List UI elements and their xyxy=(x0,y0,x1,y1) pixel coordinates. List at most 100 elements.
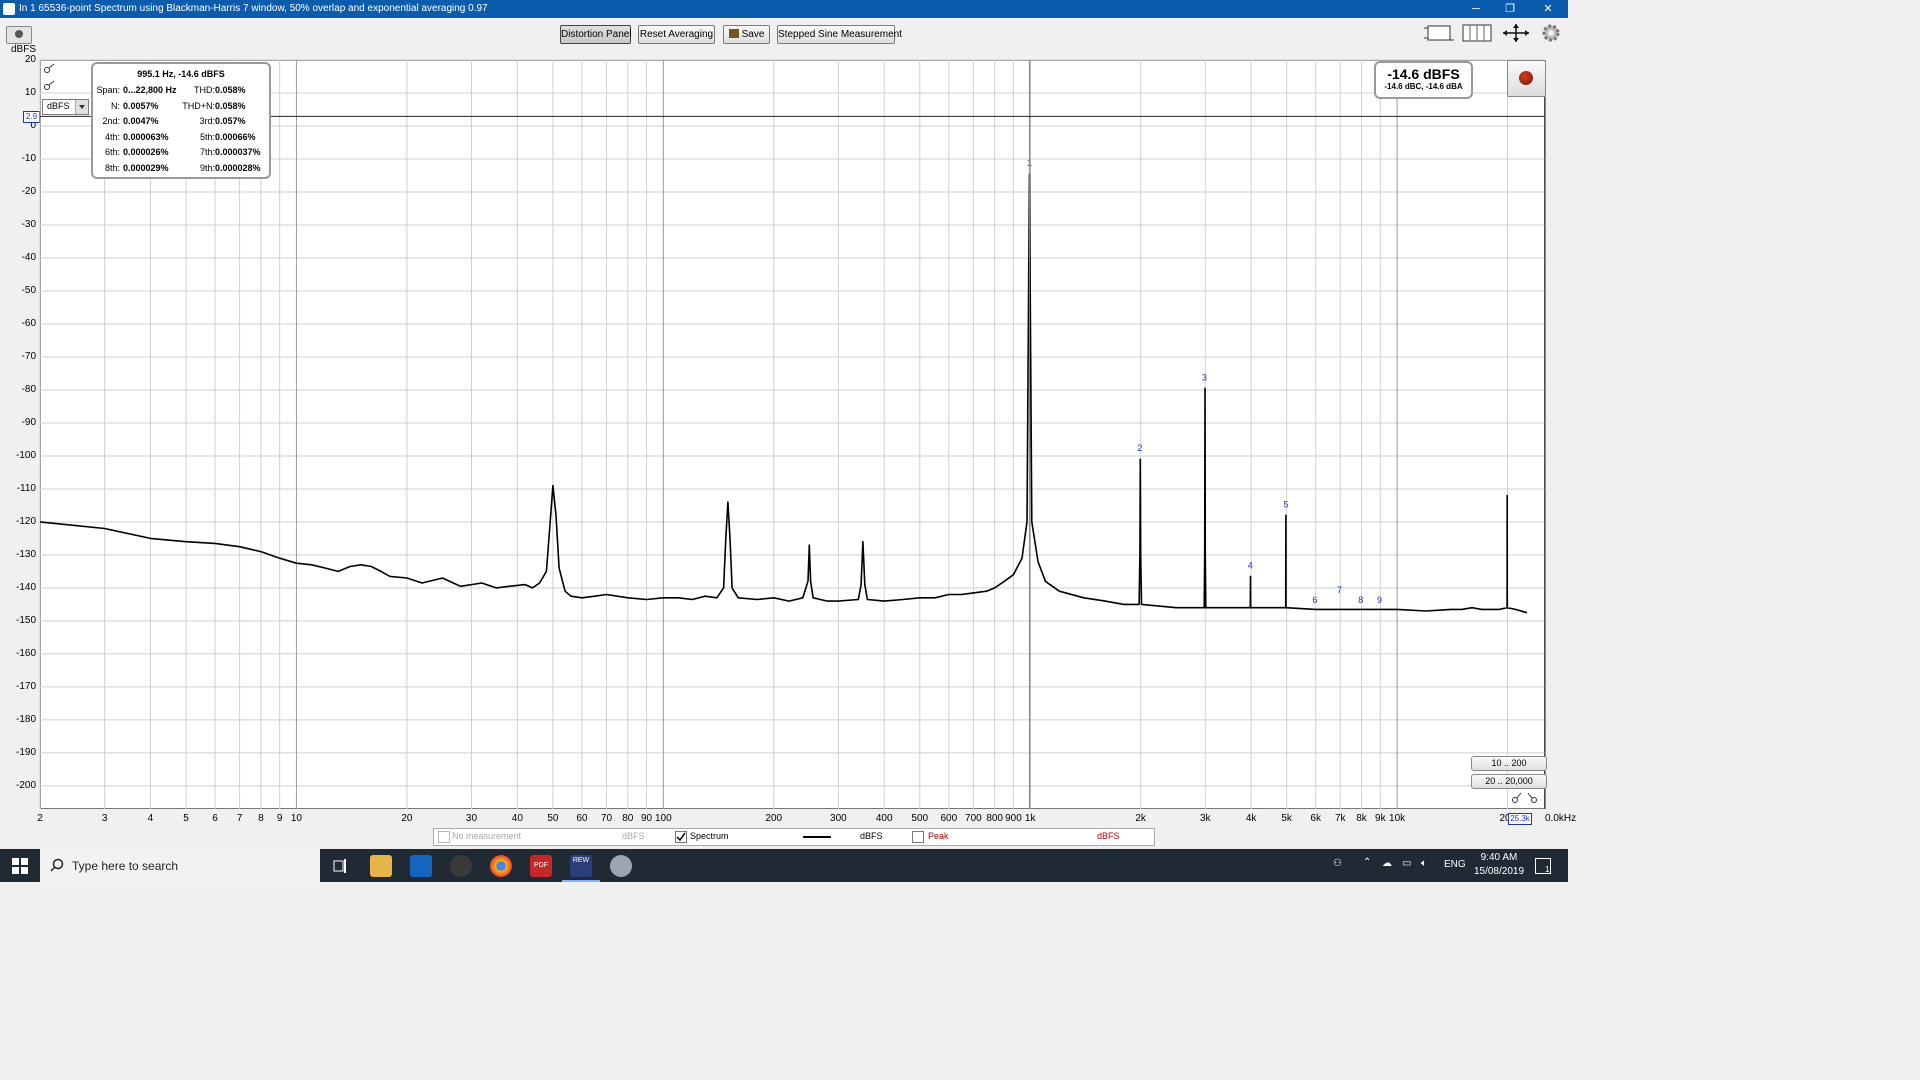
harmonic-marker-label: 6 xyxy=(1312,595,1317,605)
harmonic-marker-label: 3 xyxy=(1202,372,1207,382)
record-icon xyxy=(1519,71,1533,85)
language-indicator[interactable]: ENG xyxy=(1444,859,1466,870)
metric-value: 0.0047% xyxy=(123,116,159,126)
x-tick-label: 600 xyxy=(940,813,958,824)
metric-value: 0.058% xyxy=(215,100,246,111)
clock-time[interactable]: 9:40 AM xyxy=(1476,852,1522,863)
metric-value: 0.057% xyxy=(215,116,246,126)
metric-value: 0.058% xyxy=(215,85,246,95)
metric-value: 0.000028% xyxy=(215,162,261,173)
level-meter-main: -14.6 dBFS xyxy=(1387,66,1460,82)
record-button[interactable] xyxy=(1507,60,1546,97)
distortion-row: 2nd: 0.0047% 3rd: 0.057% xyxy=(93,116,269,129)
metric-value: 0...22,800 Hz xyxy=(123,85,177,95)
people-icon[interactable]: ⚇ xyxy=(1333,858,1342,869)
y-unit-select-value: dBFS xyxy=(47,101,70,111)
harmonic-marker-label: 8 xyxy=(1358,595,1363,605)
x-tick-label: 30 xyxy=(465,813,478,824)
x-tick-label: 2k xyxy=(1135,813,1146,824)
metric-label: 6th: xyxy=(104,147,120,157)
y-unit-select[interactable]: dBFS xyxy=(42,99,89,115)
no-measurement-unit: dBFS xyxy=(622,831,645,841)
x-tick-label: 3k xyxy=(1199,813,1211,824)
tray-chevron-up-icon[interactable]: ⌃ xyxy=(1363,857,1371,868)
task-view-icon[interactable] xyxy=(332,858,348,874)
outlook-icon[interactable] xyxy=(410,855,432,877)
peak-unit: dBFS xyxy=(1097,831,1120,841)
distortion-row: 6th: 0.000026% 7th: 0.000037% xyxy=(93,147,269,160)
harmonic-marker-label: 9 xyxy=(1377,595,1382,605)
spectrum-trace xyxy=(39,173,1528,614)
x-tick-label: 60 xyxy=(576,813,588,824)
x-tick-label: 10k xyxy=(1389,813,1406,824)
onedrive-icon[interactable]: ☁ xyxy=(1382,858,1392,869)
distortion-row: 4th: 0.000063% 5th: 0.00066% xyxy=(93,132,269,145)
notification-icon[interactable]: 1 xyxy=(1535,858,1551,874)
y-zoom-icons[interactable] xyxy=(43,63,57,93)
metric-label: 8th: xyxy=(104,162,120,173)
x-tick-label: 900 xyxy=(1005,813,1022,824)
x-tick-label: 200 xyxy=(765,813,783,824)
rew-app-icon[interactable]: REW xyxy=(570,855,592,877)
x-tick-label: 1k xyxy=(1024,813,1036,824)
metric-label: 7th: xyxy=(199,147,215,157)
level-meter: -14.6 dBFS -14.6 dBC, -14.6 dBA xyxy=(1374,61,1473,99)
x-tick-label: 2 xyxy=(37,813,43,824)
x-tick-label: 90 xyxy=(640,813,653,824)
range-20-20000-button[interactable]: 20 .. 20,000 xyxy=(1471,774,1547,789)
x-tick-label: 20 xyxy=(401,813,413,824)
x-zoom-icons[interactable] xyxy=(1510,789,1542,805)
metric-value: 0.000029% xyxy=(123,162,169,173)
x-tick-label: 300 xyxy=(830,813,847,824)
volume-icon[interactable]: 🔈︎ xyxy=(1421,858,1427,869)
metric-value: 0.000026% xyxy=(123,147,169,157)
spectrum-line xyxy=(39,173,1528,614)
x-tick-label: 7k xyxy=(1334,813,1346,824)
x-tick-label: 6 xyxy=(212,813,218,824)
metric-label: 9th: xyxy=(199,162,215,173)
x-tick-label: 40 xyxy=(511,813,523,824)
distortion-row: N: 0.0057% THD+N: 0.058% xyxy=(93,101,269,114)
metric-label: 3rd: xyxy=(199,116,215,126)
network-icon[interactable]: ▭ xyxy=(1402,858,1411,869)
legend-bar: No measurement dBFS Spectrum dBFS Peak d… xyxy=(433,828,1155,846)
metric-label: Span: xyxy=(96,85,120,95)
clock-date[interactable]: 15/08/2019 xyxy=(1472,866,1526,877)
metric-label: 2nd: xyxy=(102,116,120,126)
harmonic-marker-label: 2 xyxy=(1137,443,1142,453)
audio-app-icon[interactable] xyxy=(450,855,472,877)
x-tick-label: 8 xyxy=(258,813,264,824)
chrome-icon[interactable] xyxy=(490,855,512,877)
x-tick-label: 9 xyxy=(276,813,283,824)
x-cursor-value-box[interactable]: 25.3k xyxy=(1508,813,1532,825)
x-axis-end-label: 0.0kHz xyxy=(1545,813,1577,824)
x-tick-label: 9k xyxy=(1375,813,1386,824)
distortion-panel[interactable]: 995.1 Hz, -14.6 dBFS Span: 0...22,800 Hz T… xyxy=(91,62,271,179)
x-tick-label: 5k xyxy=(1281,813,1292,824)
peak-checkbox[interactable] xyxy=(912,831,924,843)
search-icon xyxy=(50,858,64,872)
spectrum-unit: dBFS xyxy=(860,831,883,841)
no-measurement-label: No measurement xyxy=(452,831,522,841)
distortion-row: 8th: 0.000029% 9th: 0.000028% xyxy=(93,163,269,176)
notification-count: 1 xyxy=(1545,865,1550,874)
file-explorer-icon[interactable] xyxy=(370,855,392,877)
spectrum-checkbox[interactable] xyxy=(675,831,687,843)
search-placeholder: Type here to search xyxy=(72,859,179,873)
x-tick-label: 3 xyxy=(101,813,108,824)
x-tick-label: 700 xyxy=(965,813,982,824)
windows-start-icon[interactable] xyxy=(12,858,28,874)
spectrum-line-swatch xyxy=(803,836,831,838)
x-tick-label: 5 xyxy=(183,813,189,824)
taskbar-search[interactable]: Type here to search xyxy=(40,849,320,882)
x-tick-label: 70 xyxy=(600,813,613,824)
x-tick-label: 50 xyxy=(547,813,559,824)
pdf-app-icon[interactable]: PDF xyxy=(530,855,552,877)
x-tick-label: 100 xyxy=(654,813,672,824)
range-10-200-button[interactable]: 10 .. 200 xyxy=(1471,756,1547,771)
metric-label: 4th: xyxy=(104,131,120,142)
chevron-down-icon[interactable] xyxy=(75,100,88,114)
snipping-tool-icon[interactable] xyxy=(610,855,632,877)
x-tick-label: 4 xyxy=(147,813,154,824)
no-measurement-checkbox[interactable] xyxy=(438,831,450,843)
